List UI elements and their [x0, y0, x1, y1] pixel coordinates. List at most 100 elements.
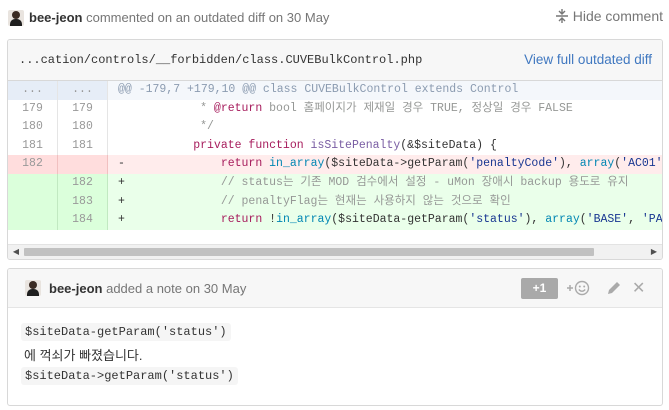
old-line-number[interactable]	[8, 173, 58, 193]
close-icon[interactable]: ✕	[632, 278, 645, 298]
diff-code: // penaltyFlag는 현재는 사용하지 않는 것으로 확인	[138, 193, 511, 212]
hide-comment-icon	[554, 8, 570, 24]
diff-sign: +	[118, 213, 125, 227]
new-line-number[interactable]: 184	[58, 211, 108, 230]
new-line-number[interactable]: 181	[58, 136, 108, 156]
code-token: array	[545, 213, 580, 227]
hunk-expand-left[interactable]: ...	[8, 81, 58, 100]
note-author-avatar[interactable]	[25, 280, 41, 296]
diff-sign: +	[118, 194, 125, 208]
comment-date[interactable]: 30 May	[287, 10, 330, 25]
diff-code: * @return bool 홈페이지가 제재일 경우 TRUE, 정상일 경우…	[138, 100, 573, 119]
old-line-number[interactable]: 179	[8, 99, 58, 119]
note-code-2: $siteData->getParam('status')	[21, 367, 238, 385]
old-line-number[interactable]: 180	[8, 118, 58, 137]
new-line-number[interactable]: 183	[58, 192, 108, 212]
diff-code: return in_array($siteData->getParam('pen…	[138, 155, 663, 174]
note-date[interactable]: 30 May	[204, 281, 247, 296]
code-token: ($siteData-getParam(	[331, 213, 470, 227]
comment-action: commented on an outdated diff on	[86, 10, 284, 25]
code-token: *	[138, 101, 214, 115]
code-token: in_array	[276, 213, 332, 227]
diff-lines: ... ... @@ -179,7 +179,10 @@ class CUVEB…	[8, 81, 662, 230]
note-body: $siteData-getParam('status') 에 꺽쇠가 빠졌습니다…	[21, 323, 238, 389]
diff-horizontal-scrollbar[interactable]: ◀ ▶	[8, 244, 662, 259]
code-token: array	[579, 157, 615, 171]
hide-comment-label: Hide comment	[572, 8, 663, 24]
author-name[interactable]: bee-jeon	[29, 10, 82, 25]
code-token: @return	[213, 101, 263, 115]
code-token: (&$siteData) {	[400, 138, 497, 152]
code-token: return	[220, 157, 263, 171]
hide-comment-button[interactable]: Hide comment	[554, 8, 663, 24]
scroll-left-icon[interactable]: ◀	[11, 247, 21, 257]
code-token: return	[220, 213, 263, 227]
diff-line-ctx: 179 179 * @return bool 홈페이지가 제재일 경우 TRUE,…	[8, 99, 662, 119]
scrollbar-thumb[interactable]	[24, 248, 594, 256]
old-line-number[interactable]	[8, 211, 58, 230]
old-line-number[interactable]: 181	[8, 136, 58, 156]
code-token: isSitePenalty	[310, 138, 401, 152]
hunk-expand-right[interactable]: ...	[58, 81, 108, 100]
code-token: private function	[193, 138, 304, 152]
note-header-text: bee-jeon added a note on 30 May	[49, 281, 246, 296]
note-header: bee-jeon added a note on 30 May +1 ✕	[8, 269, 662, 308]
scroll-right-icon[interactable]: ▶	[649, 247, 659, 257]
code-token: (	[579, 213, 587, 227]
code-token: 'status'	[469, 213, 525, 227]
diff-line-ctx: 180 180 */	[8, 118, 662, 137]
code-token: ($siteData->getParam(	[324, 157, 470, 171]
pencil-icon[interactable]	[605, 279, 623, 297]
diff-hunk-header: ... ... @@ -179,7 +179,10 @@ class CUVEB…	[8, 81, 662, 100]
diff-sign	[118, 118, 125, 137]
diff-file-path: ...cation/controls/__forbidden/class.CUV…	[19, 53, 423, 67]
old-line-number[interactable]	[8, 192, 58, 212]
code-token: // penaltyFlag는 현재는 사용하지 않는 것으로 확인	[220, 194, 511, 208]
code-token: */	[138, 120, 214, 134]
view-full-outdated-diff-link[interactable]: View full outdated diff	[524, 52, 652, 67]
diff-line-del: 182 - return in_array($siteData->getParam…	[8, 155, 662, 174]
comment-header-text: bee-jeon commented on an outdated diff o…	[29, 10, 329, 25]
code-token: 'PASS'	[641, 213, 663, 227]
add-reaction-icon[interactable]	[566, 279, 590, 300]
diff-line-add: 182 + // status는 기존 MOD 검수에서 설정 - uMon 장애…	[8, 173, 662, 193]
note-code-1: $siteData-getParam('status')	[21, 323, 231, 341]
code-token: in_array	[269, 157, 325, 171]
code-token: bool 홈페이지가 제재일 경우 TRUE, 정상일 경우 FALSE	[262, 101, 573, 115]
new-line-number[interactable]: 182	[58, 173, 108, 193]
comment-header: bee-jeon commented on an outdated diff o…	[0, 0, 669, 34]
diff-line-ctx: 181 181 private function isSitePenalty(&$…	[8, 136, 662, 156]
diff-sign: +	[118, 175, 125, 189]
diff-line-add: 183 + // penaltyFlag는 현재는 사용하지 않는 것으로 확인	[8, 192, 662, 212]
author-avatar[interactable]	[8, 10, 24, 26]
code-token: ),	[559, 157, 580, 171]
outdated-diff: ...cation/controls/__forbidden/class.CUV…	[7, 39, 663, 260]
diff-code: // status는 기존 MOD 검수에서 설정 - uMon 장애시 bac…	[138, 174, 629, 193]
code-token: 'penaltyCode'	[469, 157, 560, 171]
diff-sign: -	[118, 157, 125, 171]
code-token: 'AC01'	[621, 157, 663, 171]
diff-code: private function isSitePenalty(&$siteDat…	[138, 137, 497, 156]
code-token: // status는 기존 MOD 검수에서 설정 - uMon 장애시 bac…	[220, 175, 629, 189]
note-text: 에 꺽쇠가 빠졌습니다.	[24, 348, 143, 363]
old-line-number[interactable]: 182	[8, 155, 58, 174]
new-line-number[interactable]: 179	[58, 99, 108, 119]
new-line-number[interactable]: 180	[58, 118, 108, 137]
diff-sign	[118, 137, 125, 156]
diff-sign	[118, 100, 125, 119]
note-card: bee-jeon added a note on 30 May +1 ✕ $si…	[7, 268, 663, 406]
diff-code: */	[138, 118, 214, 137]
code-token: 'BASE'	[586, 213, 629, 227]
hunk-header-text: @@ -179,7 +179,10 @@ class CUVEBulkContr…	[118, 83, 519, 96]
new-line-number[interactable]	[58, 155, 108, 174]
plus-one-button[interactable]: +1	[521, 278, 558, 299]
note-author-name[interactable]: bee-jeon	[49, 281, 102, 296]
code-token: ),	[524, 213, 546, 227]
code-token: !	[262, 213, 277, 227]
